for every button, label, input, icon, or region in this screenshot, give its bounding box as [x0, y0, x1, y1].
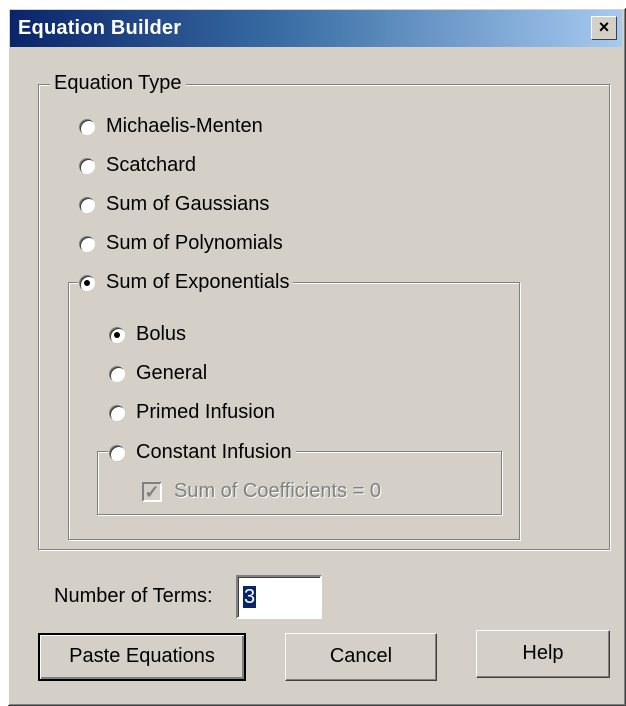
radio-button-icon[interactable] [108, 403, 126, 422]
radio-label: Constant Infusion [136, 441, 292, 463]
radio-button-icon[interactable] [78, 117, 96, 136]
close-icon: × [598, 17, 610, 37]
radio-label: Sum of Exponentials [106, 271, 290, 293]
close-button[interactable]: × [591, 16, 617, 40]
radio-sum-of-exponentials[interactable]: Sum of Exponentials [78, 271, 294, 294]
radio-label: Bolus [136, 323, 187, 345]
dialog-title: Equation Builder [18, 17, 182, 39]
radio-label: Sum of Gaussians [106, 193, 270, 215]
radio-label: Primed Infusion [136, 401, 275, 423]
radio-scatchard[interactable]: Scatchard [78, 154, 201, 177]
radio-label: Sum of Polynomials [106, 232, 283, 254]
radio-michaelis-menten[interactable]: Michaelis-Menten [78, 115, 267, 138]
radio-button-icon[interactable] [78, 156, 96, 175]
title-bar[interactable]: Equation Builder × [10, 10, 622, 47]
radio-button-selected-icon[interactable] [78, 273, 96, 292]
radio-button-icon[interactable] [108, 364, 126, 383]
number-of-terms-label: Number of Terms: [54, 585, 213, 607]
cancel-button[interactable]: Cancel [285, 633, 437, 681]
checkbox-sum-of-coefficients: ✓ Sum of Coefficients = 0 [142, 480, 385, 503]
number-of-terms-input[interactable]: 3 [236, 575, 322, 619]
radio-general[interactable]: General [108, 362, 212, 385]
radio-sum-of-gaussians[interactable]: Sum of Gaussians [78, 193, 274, 216]
paste-equations-button[interactable]: Paste Equations [38, 633, 246, 681]
equation-type-legend: Equation Type [50, 72, 186, 95]
radio-primed-infusion[interactable]: Primed Infusion [108, 401, 279, 424]
radio-button-icon[interactable] [108, 443, 126, 462]
radio-button-icon[interactable] [78, 234, 96, 253]
radio-label: Scatchard [106, 154, 197, 176]
checkbox-label: Sum of Coefficients = 0 [174, 480, 381, 502]
radio-bolus[interactable]: Bolus [108, 323, 191, 346]
checkmark-icon: ✓ [142, 481, 162, 502]
help-button[interactable]: Help [476, 630, 610, 678]
radio-sum-of-polynomials[interactable]: Sum of Polynomials [78, 232, 287, 255]
number-of-terms-value: 3 [243, 586, 257, 608]
radio-constant-infusion[interactable]: Constant Infusion [108, 441, 296, 464]
radio-button-selected-icon[interactable] [108, 325, 126, 344]
radio-label: General [136, 362, 208, 384]
radio-button-icon[interactable] [78, 195, 96, 214]
radio-label: Michaelis-Menten [106, 115, 263, 137]
